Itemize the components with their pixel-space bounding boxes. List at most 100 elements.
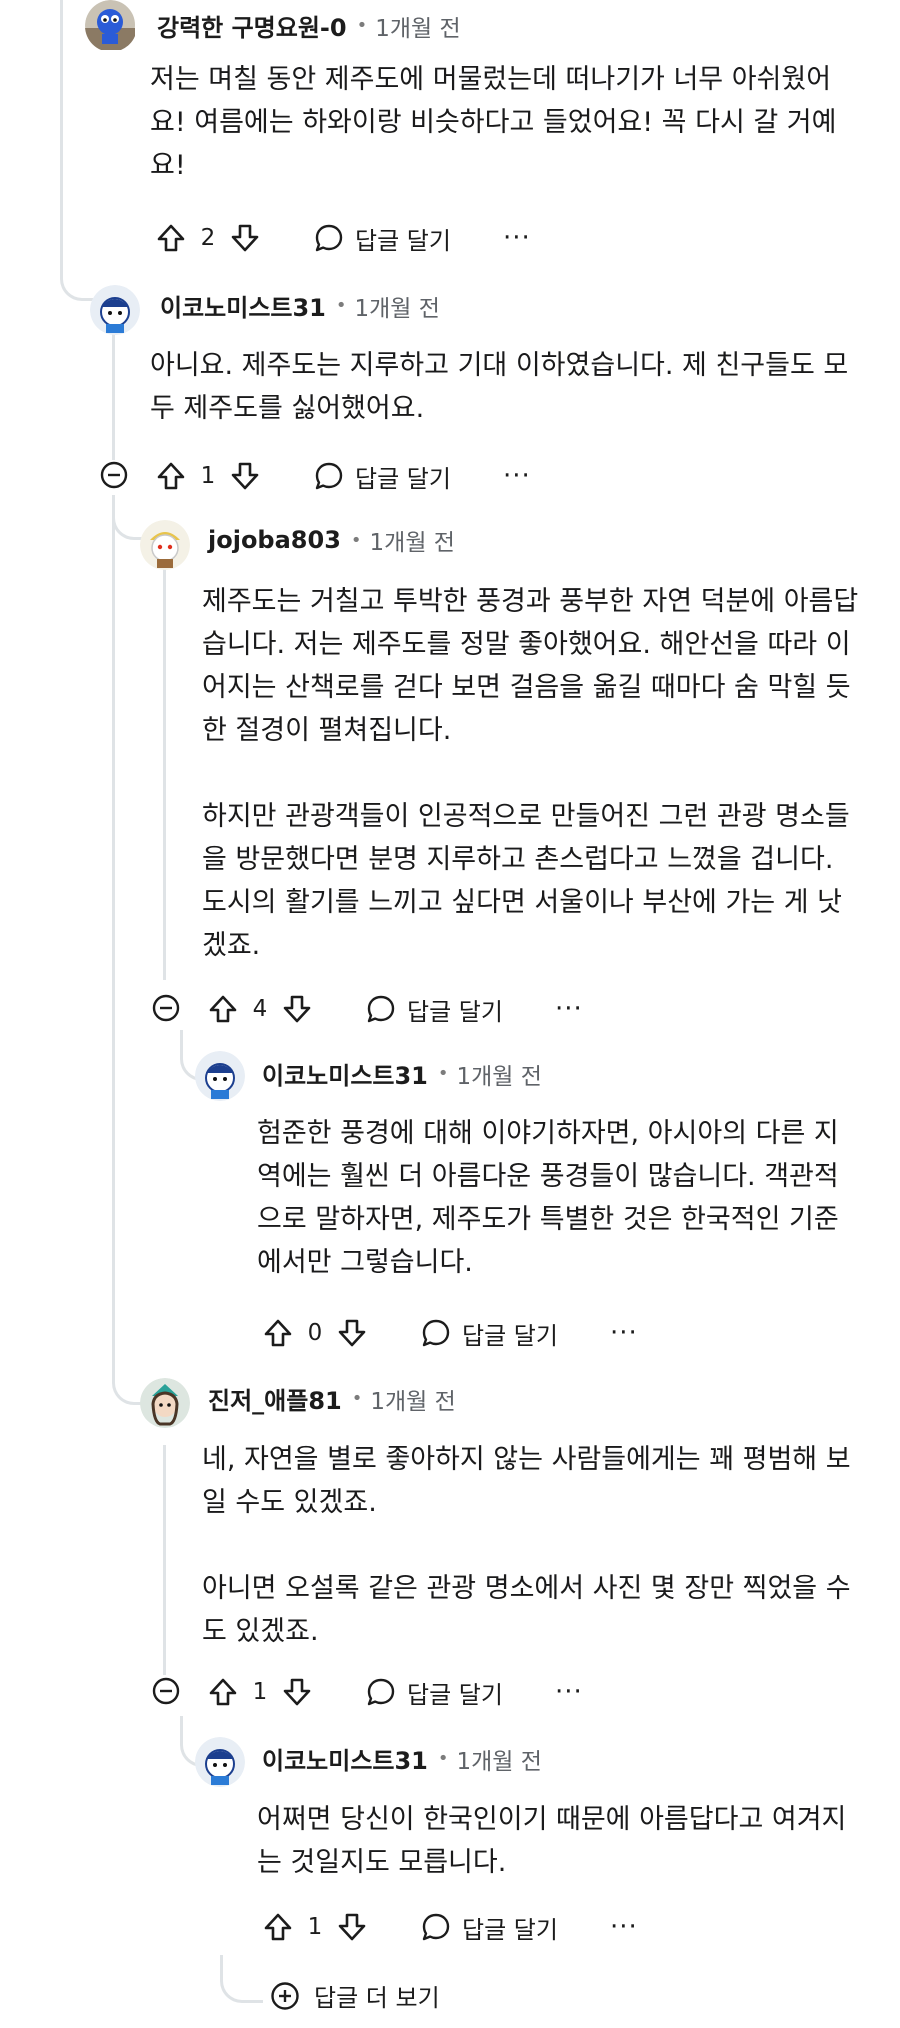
arrow-up-icon [157, 224, 185, 252]
avatar[interactable] [140, 1378, 190, 1428]
reply-button[interactable]: 답글 달기 [365, 992, 503, 1027]
comment-paragraph: 험준한 풍경에 대해 이야기하자면, 아시아의 다른 지역에는 훨씬 더 아름다… [257, 1118, 839, 1278]
comment-meta: jojoba803 • 1개월 전 [208, 523, 455, 557]
speech-bubble-icon [422, 1319, 450, 1347]
reply-label: 답글 달기 [462, 1321, 558, 1350]
downvote-button[interactable] [281, 1676, 313, 1708]
comment-body: 어쩌면 당신이 한국인이기 때문에 아름답다고 여겨지는 것일지도 모릅니다. [257, 1798, 862, 1884]
downvote-button[interactable] [229, 460, 261, 492]
thread-line [112, 330, 115, 460]
thread-line [163, 1445, 166, 1675]
reply-button[interactable]: 답글 달기 [313, 459, 451, 494]
comment-paragraph: 제주도는 거칠고 투박한 풍경과 풍부한 자연 덕분에 아름답습니다. 저는 제… [202, 586, 859, 746]
avatar[interactable] [195, 1051, 245, 1101]
comment-body: 아니요. 제주도는 지루하고 기대 이하였습니다. 제 친구들도 모두 제주도를… [150, 344, 860, 430]
reply-label: 답글 달기 [407, 1680, 503, 1709]
username[interactable]: 진저_애플81 [208, 1381, 342, 1416]
reply-label: 답글 달기 [407, 997, 503, 1026]
upvote-button[interactable] [262, 1317, 294, 1349]
comment-body: 험준한 풍경에 대해 이야기하자면, 아시아의 다른 지역에는 훨씬 더 아름다… [257, 1112, 862, 1284]
arrow-down-icon [338, 1913, 366, 1941]
arrow-up-icon [157, 462, 185, 490]
reply-button[interactable]: 답글 달기 [420, 1910, 558, 1945]
more-options-button[interactable]: ··· [503, 225, 531, 251]
reply-button[interactable]: 답글 달기 [365, 1675, 503, 1710]
comment-body: 저는 며칠 동안 제주도에 머물렀는데 떠나기가 너무 아쉬웠어요! 여름에는 … [150, 58, 860, 187]
timestamp: 1개월 전 [369, 530, 455, 556]
comment-paragraph: 하지만 관광객들이 인공적으로 만들어진 그런 관광 명소들을 방문했다면 분명… [202, 801, 850, 961]
comment-actions: 1 답글 달기 ··· [155, 456, 531, 496]
arrow-up-icon [264, 1319, 292, 1347]
timestamp: 1개월 전 [354, 295, 440, 322]
arrow-down-icon [231, 462, 259, 490]
comment-meta: 이코노미스트31 • 1개월 전 [262, 1741, 542, 1776]
timestamp: 1개월 전 [375, 15, 461, 42]
minus-circle-icon[interactable] [100, 461, 128, 489]
timestamp: 1개월 전 [370, 1388, 456, 1415]
thread-line [112, 1350, 143, 1405]
username[interactable]: 이코노미스트31 [262, 1056, 428, 1091]
more-options-button[interactable]: ··· [555, 1679, 583, 1705]
upvote-button[interactable] [207, 993, 239, 1025]
speech-bubble-icon [422, 1913, 450, 1941]
avatar[interactable] [90, 285, 140, 335]
vote-count: 0 [307, 1320, 323, 1346]
comment-actions: 0 답글 달기 ··· [262, 1313, 638, 1353]
avatar-image [140, 1378, 190, 1428]
more-replies-button[interactable]: 답글 더 보기 [270, 1978, 440, 2013]
downvote-button[interactable] [336, 1911, 368, 1943]
reply-button[interactable]: 답글 달기 [420, 1316, 558, 1351]
minus-circle-icon[interactable] [152, 994, 180, 1022]
thread-line [112, 495, 115, 1370]
plus-circle-icon [271, 1981, 299, 2010]
separator-dot: • [335, 295, 347, 316]
upvote-button[interactable] [207, 1676, 239, 1708]
thread-line [60, 230, 93, 301]
speech-bubble-icon [315, 224, 343, 252]
downvote-button[interactable] [336, 1317, 368, 1349]
thread-line [60, 0, 63, 260]
separator-dot: • [356, 15, 368, 36]
more-options-button[interactable]: ··· [555, 996, 583, 1022]
avatar-image [85, 0, 135, 50]
arrow-down-icon [283, 995, 311, 1023]
username[interactable]: 이코노미스트31 [160, 288, 326, 323]
speech-bubble-icon [367, 995, 395, 1023]
username[interactable]: 이코노미스트31 [262, 1741, 428, 1776]
avatar[interactable] [85, 0, 137, 52]
username[interactable]: jojoba803 [208, 526, 341, 554]
arrow-up-icon [264, 1913, 292, 1941]
comment-body: 네, 자연을 별로 좋아하지 않는 사람들에게는 꽤 평범해 보일 수도 있겠죠… [202, 1438, 862, 1653]
upvote-button[interactable] [155, 222, 187, 254]
more-replies-label: 답글 더 보기 [314, 1984, 440, 2012]
separator-dot: • [437, 1748, 449, 1769]
avatar[interactable] [140, 520, 190, 570]
speech-bubble-icon [315, 462, 343, 490]
more-options-button[interactable]: ··· [610, 1320, 638, 1346]
avatar[interactable] [195, 1737, 245, 1787]
downvote-button[interactable] [229, 222, 261, 254]
reply-label: 답글 달기 [462, 1915, 558, 1944]
comment-paragraph: 아니요. 제주도는 지루하고 기대 이하였습니다. 제 친구들도 모두 제주도를… [150, 350, 849, 424]
username[interactable]: 강력한 구명요원-0 [157, 8, 347, 43]
timestamp: 1개월 전 [456, 1748, 542, 1775]
comment-actions: 2 답글 달기 ··· [155, 218, 531, 258]
comment-body: 제주도는 거칠고 투박한 풍경과 풍부한 자연 덕분에 아름답습니다. 저는 제… [202, 580, 862, 967]
downvote-button[interactable] [281, 993, 313, 1025]
comment-meta: 강력한 구명요원-0 • 1개월 전 [157, 8, 461, 43]
minus-circle-icon[interactable] [152, 1677, 180, 1705]
upvote-button[interactable] [262, 1911, 294, 1943]
thread-line [220, 1955, 263, 2003]
reply-button[interactable]: 답글 달기 [313, 221, 451, 256]
vote-count: 1 [252, 1679, 268, 1705]
more-options-button[interactable]: ··· [610, 1914, 638, 1940]
reply-label: 답글 달기 [355, 226, 451, 255]
comment-meta: 진저_애플81 • 1개월 전 [208, 1381, 456, 1416]
vote-count: 2 [200, 225, 216, 251]
arrow-up-icon [209, 995, 237, 1023]
more-options-button[interactable]: ··· [503, 463, 531, 489]
upvote-button[interactable] [155, 460, 187, 492]
comment-actions: 1 답글 달기 ··· [262, 1907, 638, 1947]
comment-meta: 이코노미스트31 • 1개월 전 [160, 288, 440, 323]
separator-dot: • [437, 1063, 449, 1084]
